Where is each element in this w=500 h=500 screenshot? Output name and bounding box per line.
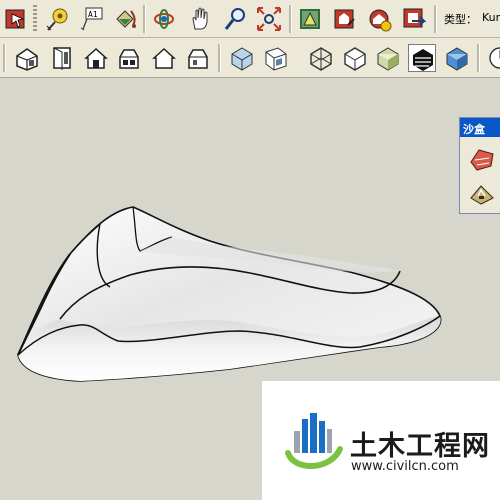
toolbar-separator [143,5,146,33]
back-view-icon[interactable] [150,44,178,72]
left-view-icon[interactable] [184,44,212,72]
views-toolbar [0,38,500,78]
shaded-textures-style-icon[interactable] [374,44,402,72]
toolbar-separator [434,5,437,33]
civilcn-logo-icon [285,413,343,469]
watermark-text: 土木工程网 [350,431,490,462]
paint-bucket-icon[interactable] [111,5,139,33]
watermark-url: www.civilcn.com [351,459,459,474]
share-model-icon[interactable] [365,5,393,33]
send-to-layout-icon[interactable] [400,5,428,33]
right-view-icon[interactable] [115,44,143,72]
iso-view-icon[interactable] [13,44,41,72]
toolbar-separator [3,44,6,72]
shaded-style-icon[interactable] [341,44,369,72]
sandbox-panel-title[interactable]: 沙盒 [460,118,500,137]
text-icon[interactable]: A1 [78,5,106,33]
front-view-icon[interactable] [82,44,110,72]
xray-style-icon[interactable] [228,44,256,72]
monochrome-style-icon[interactable] [408,44,436,72]
zoom-extents-icon[interactable] [255,5,283,33]
select-icon[interactable] [3,5,31,33]
orbit-icon[interactable] [150,5,178,33]
zoom-icon[interactable] [222,5,250,33]
sandbox-smoove-icon[interactable] [467,178,497,208]
svg-text:A1: A1 [88,10,98,19]
toolbar-grip[interactable] [33,5,37,33]
tape-measure-icon[interactable] [44,5,72,33]
sandbox-terrain-model [17,206,442,382]
type-label: 类型： [444,13,477,26]
partial-toolbar-icon[interactable] [486,44,500,72]
extra-style-icon[interactable] [443,44,471,72]
toolbar-separator [289,5,292,33]
top-view-icon[interactable] [48,44,76,72]
wireframe-style-icon[interactable] [262,44,290,72]
get-models-icon[interactable] [330,5,358,33]
watermark-logo: 土木工程网 www.civilcn.com [262,381,500,500]
sandbox-from-contours-icon[interactable] [467,144,497,174]
hidden-line-style-icon[interactable] [307,44,335,72]
toolbar-separator [477,44,480,72]
pan-hand-icon[interactable] [187,5,215,33]
previous-view-icon[interactable] [296,5,324,33]
sandbox-toolbar-panel: 沙盒 [459,117,500,214]
toolbar-separator [218,44,221,72]
main-toolbar: A1 类型： Kune [0,0,500,38]
type-value[interactable]: Kune [482,11,500,24]
